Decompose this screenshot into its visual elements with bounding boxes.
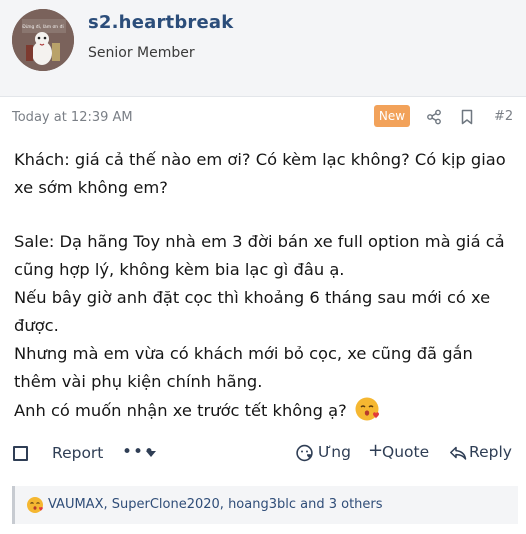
kiss-emoji-icon (355, 397, 379, 421)
avatar-image: Đừng đi, làm ơn đi (12, 9, 74, 71)
username-link[interactable]: s2.heartbreak (88, 12, 233, 33)
new-badge: New (374, 105, 410, 127)
chevron-down-icon (146, 451, 156, 457)
post-meta: Today at 12:39 AM New #2 (0, 100, 526, 134)
user-avatar[interactable]: Đừng đi, làm ơn đi (12, 9, 74, 71)
kiss-emoji-icon (27, 497, 43, 513)
message-line: Nhưng mà em vừa có khách mới bỏ cọc, xe … (14, 344, 473, 391)
avatar-caption: Đừng đi, làm ơn đi (22, 23, 63, 30)
message-line: Anh có muốn nhận xe trước tết không ạ? (14, 401, 347, 420)
forum-post: Đừng đi, làm ơn đi s2.heartbreak Senior … (0, 0, 526, 534)
report-button[interactable]: Report (52, 444, 103, 462)
quote-button[interactable]: Quote (382, 443, 429, 461)
plus-icon: + (368, 440, 384, 461)
reply-icon[interactable] (449, 445, 467, 461)
share-icon[interactable] (426, 109, 442, 125)
like-button[interactable]: Ưng (318, 443, 351, 461)
message-line: Nếu bây giờ anh đặt cọc thì khoảng 6 thá… (14, 288, 491, 335)
post-number[interactable]: #2 (494, 109, 513, 124)
user-title: Senior Member (88, 45, 195, 61)
message-body: Khách: giá cả thế nào em ơi? Có kèm lạc … (14, 146, 518, 425)
message-line-last: Anh có muốn nhận xe trước tết không ạ? (14, 396, 518, 425)
message-line: Sale: Dạ hãng Toy nhà em 3 đời bán xe fu… (14, 232, 505, 279)
post-actions: Report ••• Ưng + Quote Reply (0, 438, 526, 472)
user-header: Đừng đi, làm ơn đi s2.heartbreak Senior … (0, 0, 526, 97)
reactions-bar[interactable]: VAUMAX, SuperClone2020, hoang3blc and 3 … (12, 486, 518, 524)
select-checkbox[interactable] (13, 446, 28, 461)
bookmark-icon[interactable] (459, 109, 475, 125)
post-timestamp[interactable]: Today at 12:39 AM (12, 110, 133, 125)
message-line: Khách: giá cả thế nào em ơi? Có kèm lạc … (14, 150, 506, 197)
like-reaction-icon[interactable] (296, 444, 314, 462)
reactors-list[interactable]: VAUMAX, SuperClone2020, hoang3blc and 3 … (48, 497, 383, 512)
reply-button[interactable]: Reply (469, 443, 512, 461)
